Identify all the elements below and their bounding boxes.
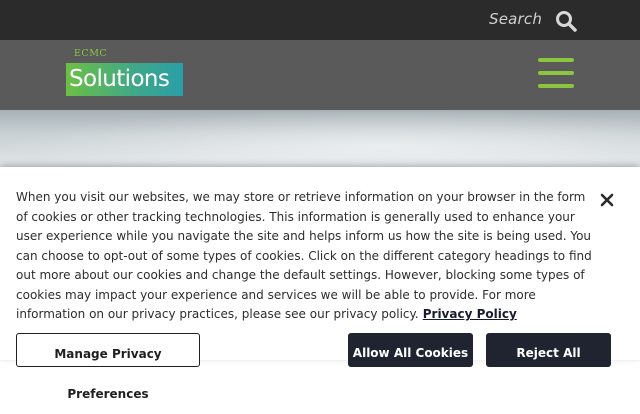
search-icon[interactable]	[555, 10, 577, 32]
privacy-policy-link[interactable]: Privacy Policy	[423, 307, 517, 321]
hero-image	[0, 110, 640, 170]
cookie-notice-body: When you visit our websites, we may stor…	[16, 190, 592, 321]
logo-box: Solutions	[66, 63, 183, 96]
search-label[interactable]: Search	[489, 10, 542, 28]
site-header: ECMC Solutions	[0, 40, 640, 110]
top-utility-bar: Search	[0, 0, 640, 40]
cookie-notice-text: When you visit our websites, we may stor…	[16, 188, 596, 325]
allow-all-cookies-button[interactable]: Allow All Cookies	[348, 333, 473, 367]
reject-all-button[interactable]: Reject All	[486, 333, 611, 367]
logo-wordmark-small: ECMC	[74, 48, 108, 59]
hamburger-menu-icon[interactable]	[538, 58, 574, 90]
ecmc-solutions-logo[interactable]: ECMC Solutions	[66, 48, 184, 100]
logo-wordmark-main: Solutions	[69, 66, 170, 92]
manage-privacy-preferences-button[interactable]: Manage Privacy Preferences	[16, 333, 200, 401]
cookie-consent-banner: When you visit our websites, we may stor…	[0, 167, 640, 401]
close-icon[interactable]	[598, 191, 616, 209]
